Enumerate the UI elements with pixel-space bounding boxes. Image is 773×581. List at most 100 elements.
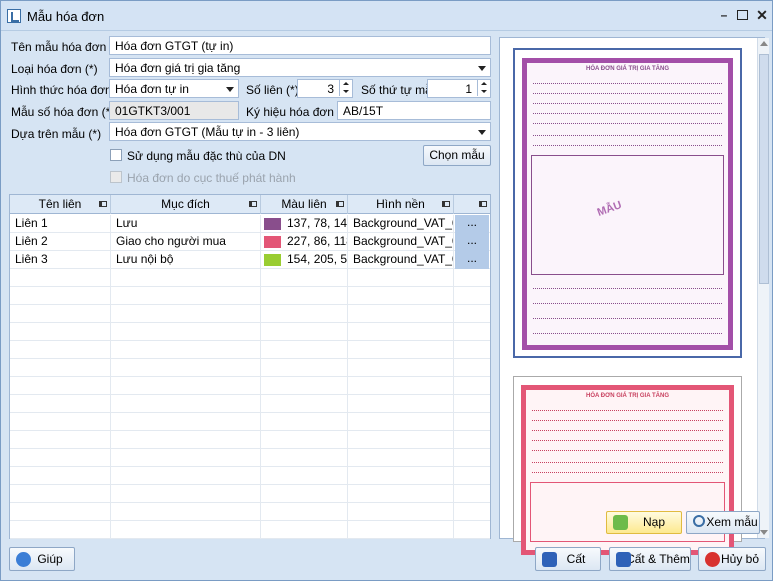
cell-muc-dich[interactable]: Lưu [111,215,261,233]
cell-ten-lien[interactable]: Liên 1 [10,215,111,233]
cell-mau-lien[interactable]: 137, 78, 140 [261,215,348,233]
xem-mau-button[interactable]: Xem mẫu [686,511,760,534]
pin-icon[interactable] [479,201,487,207]
preview-scrollbar[interactable] [757,38,769,538]
cat-button[interactable]: Cất [535,547,601,571]
empty-cell [348,521,454,539]
su-dung-mau-checkbox[interactable] [110,149,122,161]
table-row [10,467,490,485]
chevron-down-icon[interactable] [222,80,238,97]
ten-mau-label: Tên mẫu hóa đơn (*) [11,40,123,54]
empty-cell [348,359,454,377]
empty-cell [10,521,111,539]
cell-mau-lien[interactable]: 154, 205, 50 [261,251,348,269]
loai-value: Hóa đơn giá trị gia tăng [115,61,241,75]
loai-label: Loại hóa đơn (*) [11,62,98,76]
cell-ten-lien[interactable]: Liên 3 [10,251,111,269]
dua-tren-value: Hóa đơn GTGT (Mẫu tự in - 3 liên) [115,125,300,139]
scroll-down-icon[interactable] [760,530,768,535]
empty-cell [261,287,348,305]
color-swatch [264,254,281,266]
reload-icon [613,515,628,530]
empty-cell [111,359,261,377]
color-value: 227, 86, 118 [287,234,348,248]
table-row[interactable]: Liên 3 Lưu nội bộ 154, 205, 50 Background_V… [10,251,490,269]
table-row [10,287,490,305]
cell-hinh-nen[interactable]: Background_VAT_03 [348,251,454,269]
table-row [10,305,490,323]
browse-background-button[interactable]: ... [455,251,489,269]
browse-background-button[interactable]: ... [455,233,489,251]
maximize-icon[interactable] [737,10,748,20]
giup-button[interactable]: Giúp [9,547,75,571]
pin-icon[interactable] [99,201,107,207]
table-row [10,503,490,521]
spin-up-icon[interactable] [477,80,490,88]
cell-mau-lien[interactable]: 227, 86, 118 [261,233,348,251]
empty-cell [348,287,454,305]
minimize-icon[interactable]: – [717,8,731,22]
invoice-title: HÓA ĐƠN GIÁ TRỊ GIA TĂNG [585,393,669,399]
chevron-down-icon[interactable] [474,123,490,140]
so-lien-stepper[interactable]: 3 [297,79,353,98]
pin-icon[interactable] [249,201,257,207]
do-cuc-thue-checkbox [110,171,122,183]
empty-cell [348,413,454,431]
column-header-hinh-nen[interactable]: Hình nền [348,195,454,214]
column-header-action[interactable] [454,195,490,214]
cell-hinh-nen[interactable]: Background_VAT_01 [348,215,454,233]
scrollbar-thumb[interactable] [759,54,769,284]
help-icon [16,552,31,567]
preview-page-lien-1[interactable]: HÓA ĐƠN GIÁ TRỊ GIA TĂNG MẪU [513,48,742,358]
empty-cell [261,323,348,341]
table-row[interactable]: Liên 2 Giao cho người mua 227, 86, 118 Back… [10,233,490,251]
chevron-down-icon[interactable] [474,59,490,76]
empty-cell [348,305,454,323]
empty-cell [111,467,261,485]
cancel-icon [705,552,720,567]
so-thu-tu-stepper[interactable]: 1 [427,79,491,98]
table-row [10,413,490,431]
empty-cell [348,341,454,359]
cell-hinh-nen[interactable]: Background_VAT_02 [348,233,454,251]
dua-tren-dropdown[interactable]: Hóa đơn GTGT (Mẫu tự in - 3 liên) [109,122,491,141]
empty-cell [261,521,348,539]
ky-hieu-label: Ký hiệu hóa đơn (*) [246,105,350,119]
mau-so-input: 01GTKT3/001 [109,101,239,120]
close-icon[interactable]: ✕ [755,8,769,22]
scroll-up-icon[interactable] [760,41,768,46]
empty-cell [10,431,111,449]
column-header-muc-dich[interactable]: Mục đích [111,195,261,214]
cat-them-button[interactable]: Cất & Thêm [609,547,691,571]
pin-icon[interactable] [336,201,344,207]
huy-bo-button[interactable]: Hủy bỏ [698,547,766,571]
chon-mau-button[interactable]: Chọn mẫu [423,145,491,166]
cell-muc-dich[interactable]: Giao cho người mua [111,233,261,251]
browse-background-button[interactable]: ... [455,215,489,233]
empty-cell [348,377,454,395]
pin-icon[interactable] [442,201,450,207]
empty-cell [261,413,348,431]
spin-down-icon[interactable] [477,88,490,96]
table-row[interactable]: Liên 1Lưu 137, 78, 140Background_VAT_01..… [10,215,490,233]
spin-down-icon[interactable] [339,88,352,96]
empty-cell [348,503,454,521]
empty-cell [10,359,111,377]
column-header-mau-lien[interactable]: Màu liên [261,195,348,214]
empty-cell [111,431,261,449]
empty-cell [111,287,261,305]
color-swatch [264,236,281,248]
nap-button[interactable]: Nạp [606,511,682,534]
loai-dropdown[interactable]: Hóa đơn giá trị gia tăng [109,58,491,77]
ky-hieu-input[interactable]: AB/15T [337,101,491,120]
table-header: Tên liên Mục đích Màu liên Hình nền [10,195,490,214]
su-dung-mau-label: Sử dụng mẫu đặc thù của DN [127,149,286,163]
cell-muc-dich[interactable]: Lưu nội bộ [111,251,261,269]
empty-cell [348,431,454,449]
empty-cell [348,485,454,503]
ten-mau-input[interactable]: Hóa đơn GTGT (tự in) [109,36,491,55]
cell-ten-lien[interactable]: Liên 2 [10,233,111,251]
spin-up-icon[interactable] [339,80,352,88]
hinh-thuc-dropdown[interactable]: Hóa đơn tự in [109,79,239,98]
column-header-ten-lien[interactable]: Tên liên [10,195,111,214]
